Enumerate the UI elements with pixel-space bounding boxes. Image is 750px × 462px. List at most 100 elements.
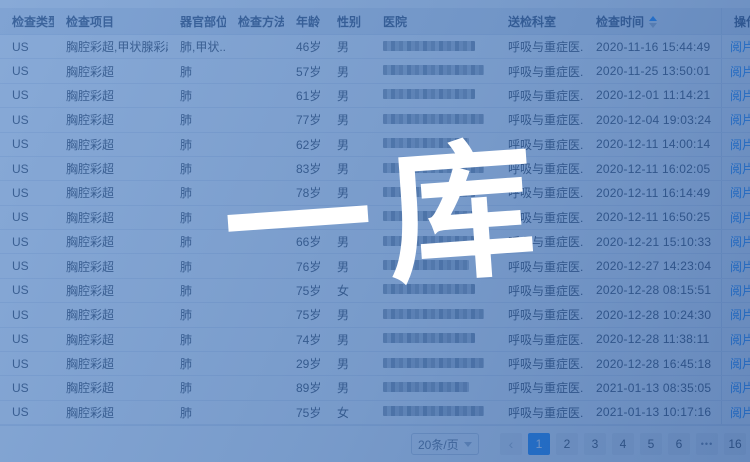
cell-age: 29岁 (284, 355, 325, 372)
table-row: US 胸腔彩超 肺 61岁 男 呼吸与重症医... 2020-12-01 11:… (0, 84, 750, 108)
view-images-link[interactable]: 阅片 (730, 282, 750, 299)
cell-department: 呼吸与重症医... (496, 233, 584, 250)
page-button-4[interactable]: 4 (612, 433, 634, 455)
table-row: US 胸腔彩超 肺 57岁 男 呼吸与重症医... 2020-11-25 13:… (0, 59, 750, 83)
cell-gender: 男 (325, 233, 371, 250)
cell-exam-type: US (0, 259, 54, 273)
cell-organ: 肺 (168, 282, 226, 299)
cell-exam-time: 2021-01-13 10:17:16 (584, 405, 721, 419)
hospital-redacted-bar (383, 138, 469, 148)
cell-action: 阅片 (721, 303, 750, 326)
cell-exam-type: US (0, 210, 54, 224)
col-header-exam-item: 检查项目 (54, 13, 168, 30)
cell-gender: 男 (325, 111, 371, 128)
hospital-redacted-bar (383, 163, 484, 173)
view-images-link[interactable]: 阅片 (730, 38, 750, 55)
col-header-organ: 器官部位 (168, 13, 226, 30)
cell-exam-item: 胸腔彩超 (54, 355, 168, 372)
page-button-2[interactable]: 2 (556, 433, 578, 455)
cell-exam-time: 2020-12-28 08:15:51 (584, 283, 721, 297)
cell-exam-time: 2020-12-28 11:38:11 (584, 332, 721, 346)
cell-hospital (371, 405, 496, 419)
cell-department: 呼吸与重症医... (496, 184, 584, 201)
table-header-row: 检查类型 检查项目 器官部位 检查方法 年龄 性别 医院 送检科室 检查时间 操… (0, 8, 750, 35)
cell-action: 阅片 (721, 279, 750, 302)
cell-department: 呼吸与重症医... (496, 404, 584, 421)
cell-department: 呼吸与重症医... (496, 87, 584, 104)
cell-exam-time: 2020-12-11 16:50:25 (584, 210, 721, 224)
hospital-redacted-bar (383, 89, 475, 99)
view-images-link[interactable]: 阅片 (730, 233, 750, 250)
chevron-down-icon (464, 442, 472, 447)
cell-exam-time: 2020-12-27 14:23:04 (584, 259, 721, 273)
view-images-link[interactable]: 阅片 (730, 258, 750, 275)
cell-action: 阅片 (721, 254, 750, 277)
more-pages-icon[interactable]: ••• (696, 433, 718, 455)
cell-gender: 男 (325, 184, 371, 201)
cell-exam-time: 2020-11-16 15:44:49 (584, 40, 721, 54)
view-images-link[interactable]: 阅片 (730, 404, 750, 421)
page-size-select[interactable]: 20条/页 (411, 433, 479, 455)
cell-action: 阅片 (721, 133, 750, 156)
view-images-link[interactable]: 阅片 (730, 379, 750, 396)
sort-caret-up-icon[interactable] (649, 16, 657, 21)
sort-caret-down-icon[interactable] (649, 23, 657, 28)
table-row: US 胸腔彩超 肺 89岁 男 呼吸与重症医... 2021-01-13 08:… (0, 376, 750, 400)
prev-page-button[interactable]: ‹ (500, 433, 522, 455)
table-row: US 胸腔彩超 肺 62岁 男 呼吸与重症医... 2020-12-11 14:… (0, 133, 750, 157)
table-row: US 胸腔彩超 肺 76岁 女 呼吸与重症医... 2020-12-11 16:… (0, 206, 750, 230)
page-button-1[interactable]: 1 (528, 433, 550, 455)
cell-hospital (371, 235, 496, 249)
col-header-gender: 性别 (325, 13, 371, 30)
col-header-method: 检查方法 (226, 13, 284, 30)
view-images-link[interactable]: 阅片 (730, 63, 750, 80)
page-button-3[interactable]: 3 (584, 433, 606, 455)
cell-action: 阅片 (721, 230, 750, 253)
view-images-link[interactable]: 阅片 (730, 160, 750, 177)
view-images-link[interactable]: 阅片 (730, 331, 750, 348)
cell-department: 呼吸与重症医... (496, 355, 584, 372)
view-images-link[interactable]: 阅片 (730, 87, 750, 104)
cell-organ: 肺 (168, 160, 226, 177)
cell-gender: 男 (325, 331, 371, 348)
cell-age: 76岁 (284, 258, 325, 275)
view-images-link[interactable]: 阅片 (730, 355, 750, 372)
page-button-5[interactable]: 5 (640, 433, 662, 455)
cell-exam-item: 胸腔彩超 (54, 160, 168, 177)
table-row: US 胸腔彩超 肺 66岁 男 呼吸与重症医... 2020-12-21 15:… (0, 230, 750, 254)
view-images-link[interactable]: 阅片 (730, 306, 750, 323)
cell-organ: 肺 (168, 233, 226, 250)
hospital-redacted-bar (383, 333, 475, 343)
sort-carets[interactable] (649, 16, 657, 28)
cell-action: 阅片 (721, 35, 750, 58)
hospital-redacted-bar (383, 114, 484, 124)
cell-exam-time: 2020-12-01 11:14:21 (584, 88, 721, 102)
cell-age: 66岁 (284, 233, 325, 250)
cell-organ: 肺 (168, 209, 226, 226)
cell-department: 呼吸与重症医... (496, 306, 584, 323)
view-images-link[interactable]: 阅片 (730, 111, 750, 128)
page-button-6[interactable]: 6 (668, 433, 690, 455)
col-header-department: 送检科室 (496, 13, 584, 30)
table-row: US 胸腔彩超 肺 77岁 男 呼吸与重症医... 2020-12-04 19:… (0, 108, 750, 132)
cell-department: 呼吸与重症医... (496, 331, 584, 348)
cell-exam-type: US (0, 235, 54, 249)
col-header-exam-time-sortable[interactable]: 检查时间 (584, 13, 721, 30)
cell-hospital (371, 137, 496, 151)
cell-exam-time: 2020-12-28 10:24:30 (584, 308, 721, 322)
cell-action: 阅片 (721, 157, 750, 180)
cell-gender: 男 (325, 258, 371, 275)
page-button-last[interactable]: 16 (724, 433, 746, 455)
cell-exam-item: 胸腔彩超 (54, 379, 168, 396)
table-row: US 胸腔彩超 肺 74岁 男 呼吸与重症医... 2020-12-28 11:… (0, 328, 750, 352)
view-images-link[interactable]: 阅片 (730, 136, 750, 153)
cell-action: 阅片 (721, 401, 750, 424)
table-row: US 胸腔彩超 肺 76岁 男 呼吸与重症医... 2020-12-27 14:… (0, 254, 750, 278)
view-images-link[interactable]: 阅片 (730, 209, 750, 226)
cell-exam-time: 2020-12-11 16:14:49 (584, 186, 721, 200)
cell-exam-type: US (0, 64, 54, 78)
view-images-link[interactable]: 阅片 (730, 184, 750, 201)
cell-action: 阅片 (721, 108, 750, 131)
cell-hospital (371, 357, 496, 371)
cell-action: 阅片 (721, 181, 750, 204)
